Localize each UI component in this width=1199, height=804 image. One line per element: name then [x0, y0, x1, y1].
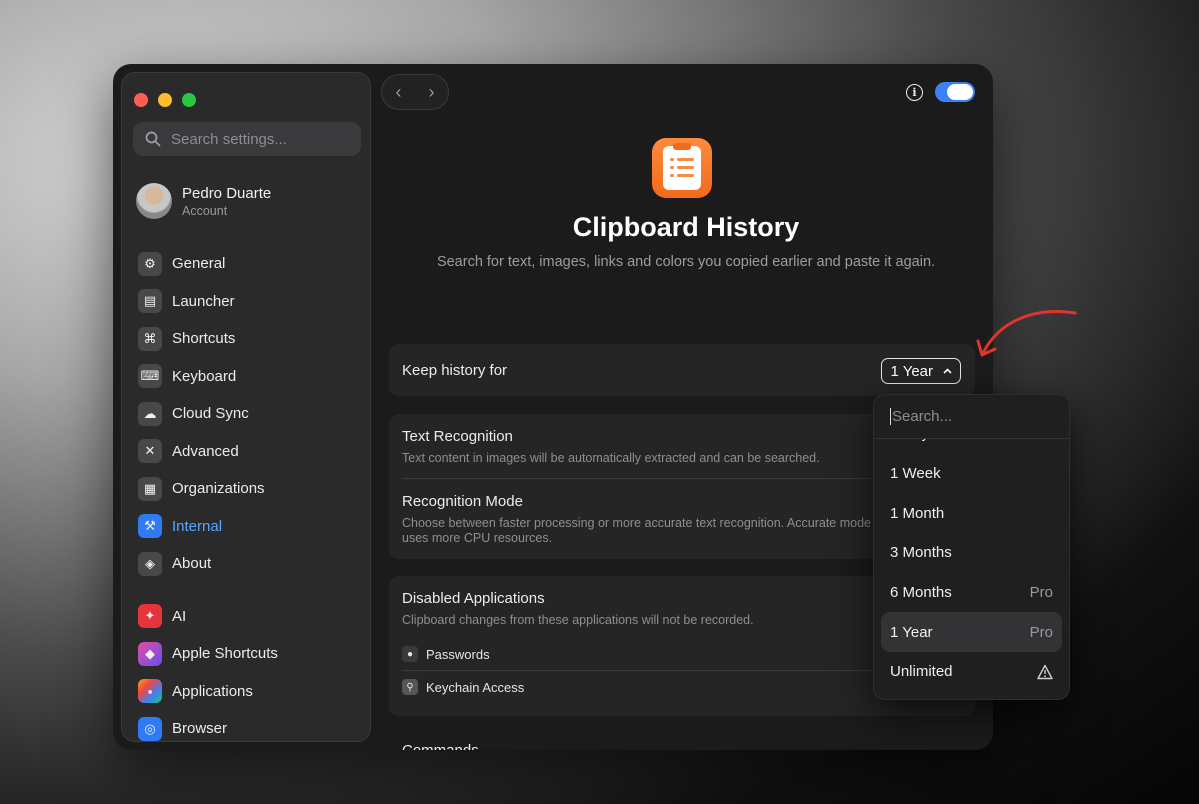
sidebar-item-general[interactable]: ⚙ General — [138, 245, 358, 283]
keep-history-dropdown: 1 Day1 Week1 Month3 Months6 MonthsPro1 Y… — [873, 394, 1070, 700]
settings-search — [133, 122, 361, 156]
warning-icon — [1037, 664, 1053, 680]
sidebar-item-label: Browser — [172, 720, 228, 738]
sidebar-item-label: Internal — [172, 517, 223, 535]
sidebar-item-shortcuts[interactable]: ⌘ Shortcuts — [138, 320, 358, 358]
sidebar-item-label: About — [172, 555, 212, 573]
page-subtitle: Search for text, images, links and color… — [436, 254, 936, 270]
settings-window: Pedro Duarte Account ⚙ General ▤ Launcher ⌘ S… — [113, 64, 993, 750]
sidebar-item-ai[interactable]: ✦ AI — [138, 598, 358, 636]
app-name: Passwords — [426, 646, 490, 662]
dropdown-options: 1 Day1 Week1 Month3 Months6 MonthsPro1 Y… — [874, 439, 1069, 699]
launcher-icon: ▤ — [138, 289, 162, 314]
option-label: 1 Month — [890, 504, 945, 522]
sidebar-item-applications[interactable]: ▪ Applications — [138, 673, 358, 711]
sidebar-item-advanced[interactable]: ✕ Advanced — [138, 433, 358, 471]
annotation-arrow-icon — [976, 310, 1077, 357]
keyboard-icon: ⌨ — [138, 364, 162, 389]
apple-shortcuts-icon: ◆ — [138, 641, 162, 666]
search-icon — [145, 131, 161, 147]
dropdown-search-input[interactable] — [890, 408, 1050, 425]
commands-label: Commands — [402, 742, 479, 750]
clipboard-history-app-icon — [652, 138, 712, 198]
maximize-window-button[interactable] — [182, 93, 196, 107]
command-icon: ⌘ — [138, 326, 162, 351]
sidebar-item-label: Apple Shortcuts — [172, 645, 278, 663]
account-name: Pedro Duarte — [182, 184, 272, 202]
browser-icon: ◎ — [138, 716, 162, 741]
minimize-window-button[interactable] — [158, 93, 172, 107]
tools-icon: ✕ — [138, 439, 162, 464]
keep-history-select[interactable]: 1 Year — [881, 358, 961, 384]
dropdown-option[interactable]: 3 Months — [881, 533, 1062, 573]
sidebar-item-label: Launcher — [172, 292, 235, 310]
sidebar-item-label: Organizations — [172, 480, 265, 498]
recognition-mode-desc: Choose between faster processing or more… — [402, 516, 872, 545]
sidebar-item-browser[interactable]: ◎ Browser — [138, 710, 358, 741]
sidebar-item-about[interactable]: ◈ About — [138, 545, 358, 583]
account-subtitle: Account — [182, 203, 228, 218]
chevron-up-icon — [943, 368, 952, 374]
sidebar-item-organizations[interactable]: ▦ Organizations — [138, 470, 358, 508]
option-label: Unlimited — [890, 663, 953, 681]
sidebar-item-cloud-sync[interactable]: ☁ Cloud Sync — [138, 395, 358, 433]
about-icon: ◈ — [138, 551, 162, 576]
sidebar-item-launcher[interactable]: ▤ Launcher — [138, 283, 358, 321]
hammer-icon: ⚒ — [138, 514, 162, 539]
pro-badge: Pro — [1029, 623, 1053, 641]
passwords-icon: ● — [402, 646, 418, 662]
sidebar-item-label: Keyboard — [172, 367, 237, 385]
applications-icon: ▪ — [138, 679, 162, 704]
keep-history-row: Keep history for 1 Year — [389, 344, 975, 396]
sidebar-item-label: Shortcuts — [172, 330, 236, 348]
account-item[interactable]: Pedro Duarte Account — [136, 183, 271, 219]
option-label: 6 Months — [890, 584, 952, 602]
keychain-icon: ⚲ — [402, 679, 418, 695]
sidebar: Pedro Duarte Account ⚙ General ▤ Launcher ⌘ S… — [121, 72, 371, 742]
option-label: 3 Months — [890, 544, 952, 562]
sidebar-item-apple-shortcuts[interactable]: ◆ Apple Shortcuts — [138, 635, 358, 673]
sidebar-item-label: Advanced — [172, 442, 239, 460]
gear-icon: ⚙ — [138, 251, 162, 276]
sidebar-item-label: AI — [172, 607, 187, 625]
sidebar-item-keyboard[interactable]: ⌨ Keyboard — [138, 358, 358, 396]
sidebar-nav: ⚙ General ▤ Launcher ⌘ Shortcuts ⌨ Keyboard ☁ Clo… — [138, 245, 358, 741]
close-window-button[interactable] — [134, 93, 148, 107]
dropdown-option[interactable]: 1 Year Pro — [881, 612, 1062, 653]
settings-search-input[interactable] — [171, 130, 351, 148]
window-controls — [134, 93, 196, 107]
dropdown-option[interactable]: Unlimited — [881, 652, 1062, 692]
sidebar-item-label: General — [172, 255, 226, 273]
dropdown-option[interactable]: 1 Day — [881, 439, 1062, 454]
avatar — [136, 183, 172, 219]
info-icon[interactable]: i — [906, 83, 923, 101]
keep-history-label: Keep history for — [402, 362, 508, 379]
dropdown-option[interactable]: 1 Month — [881, 493, 1062, 533]
top-controls: i — [906, 82, 975, 102]
back-icon[interactable]: ‹ — [396, 82, 402, 103]
app-name: Keychain Access — [426, 679, 525, 695]
dropdown-search — [874, 395, 1069, 439]
history-nav: ‹ › — [381, 74, 449, 110]
option-label: 1 Day — [890, 439, 929, 442]
sparkle-icon: ✦ — [138, 604, 162, 629]
sidebar-item-label: Applications — [172, 682, 253, 700]
cloud-icon: ☁ — [138, 401, 162, 426]
page-title: Clipboard History — [572, 212, 800, 242]
dropdown-option[interactable]: 1 Week — [881, 454, 1062, 494]
option-label: 1 Year — [890, 623, 933, 641]
option-label: 1 Week — [890, 465, 941, 483]
extension-enabled-toggle[interactable] — [935, 82, 975, 102]
organization-icon: ▦ — [138, 476, 162, 501]
sidebar-item-label: Cloud Sync — [172, 405, 249, 423]
forward-icon[interactable]: › — [429, 82, 435, 103]
keep-history-value: 1 Year — [890, 362, 933, 380]
pro-badge: Pro — [1029, 584, 1053, 602]
sidebar-item-internal[interactable]: ⚒ Internal — [138, 508, 358, 546]
dropdown-option[interactable]: 6 Months Pro — [881, 573, 1062, 613]
